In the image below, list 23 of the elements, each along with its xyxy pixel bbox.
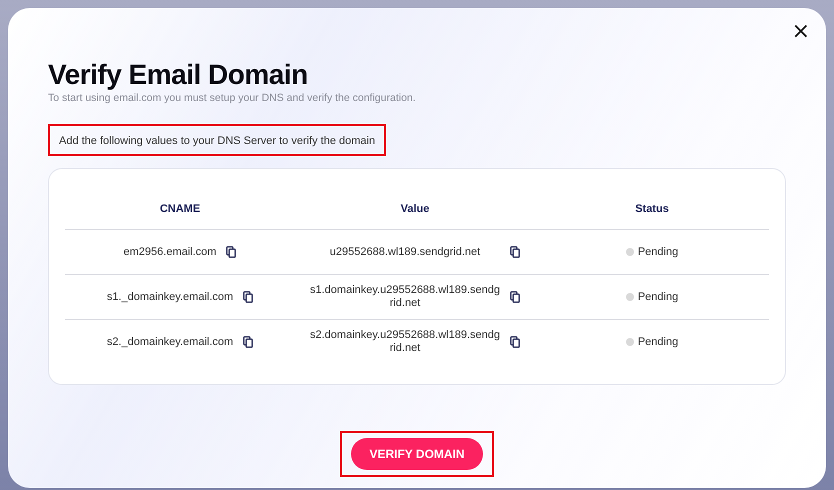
table-cell: em2956.email.com xyxy=(124,246,216,258)
close-button[interactable]: × xyxy=(788,20,814,44)
status-text: Pending xyxy=(638,336,678,348)
status-text: Pending xyxy=(638,291,678,303)
status-text: Pending xyxy=(638,246,678,258)
copy-icon[interactable] xyxy=(243,291,254,303)
copy-icon[interactable] xyxy=(510,246,520,258)
column-header: Value xyxy=(400,203,430,215)
copy-icon[interactable] xyxy=(243,336,254,348)
column-header: Status xyxy=(634,203,670,215)
verify-button[interactable]: VERIFY DOMAIN xyxy=(351,438,483,470)
instruction-text: Add the following values to your DNS Server to verify the domain xyxy=(59,135,376,147)
table-cell: s1._domainkey.email.com xyxy=(106,291,234,303)
table-cell-text: u29552688.wl189.sendgrid.net xyxy=(328,246,482,258)
dialog-title: Verify Email Domain xyxy=(48,58,309,92)
table-cell: s2.domainkey.u29552688.wl189.sendgrid.net xyxy=(310,329,500,355)
dialog-subtitle: To start using email.com you must setup your DNS and verify the configuration. xyxy=(48,92,417,104)
copy-icon[interactable] xyxy=(226,246,236,258)
copy-icon[interactable] xyxy=(510,336,520,348)
copy-icon[interactable] xyxy=(510,291,520,303)
column-header: CNAME xyxy=(158,203,202,215)
table-cell: s1.domainkey.u29552688.wl189.sendgrid.net xyxy=(310,284,500,310)
table-cell: s2._domainkey.email.com xyxy=(106,336,234,348)
